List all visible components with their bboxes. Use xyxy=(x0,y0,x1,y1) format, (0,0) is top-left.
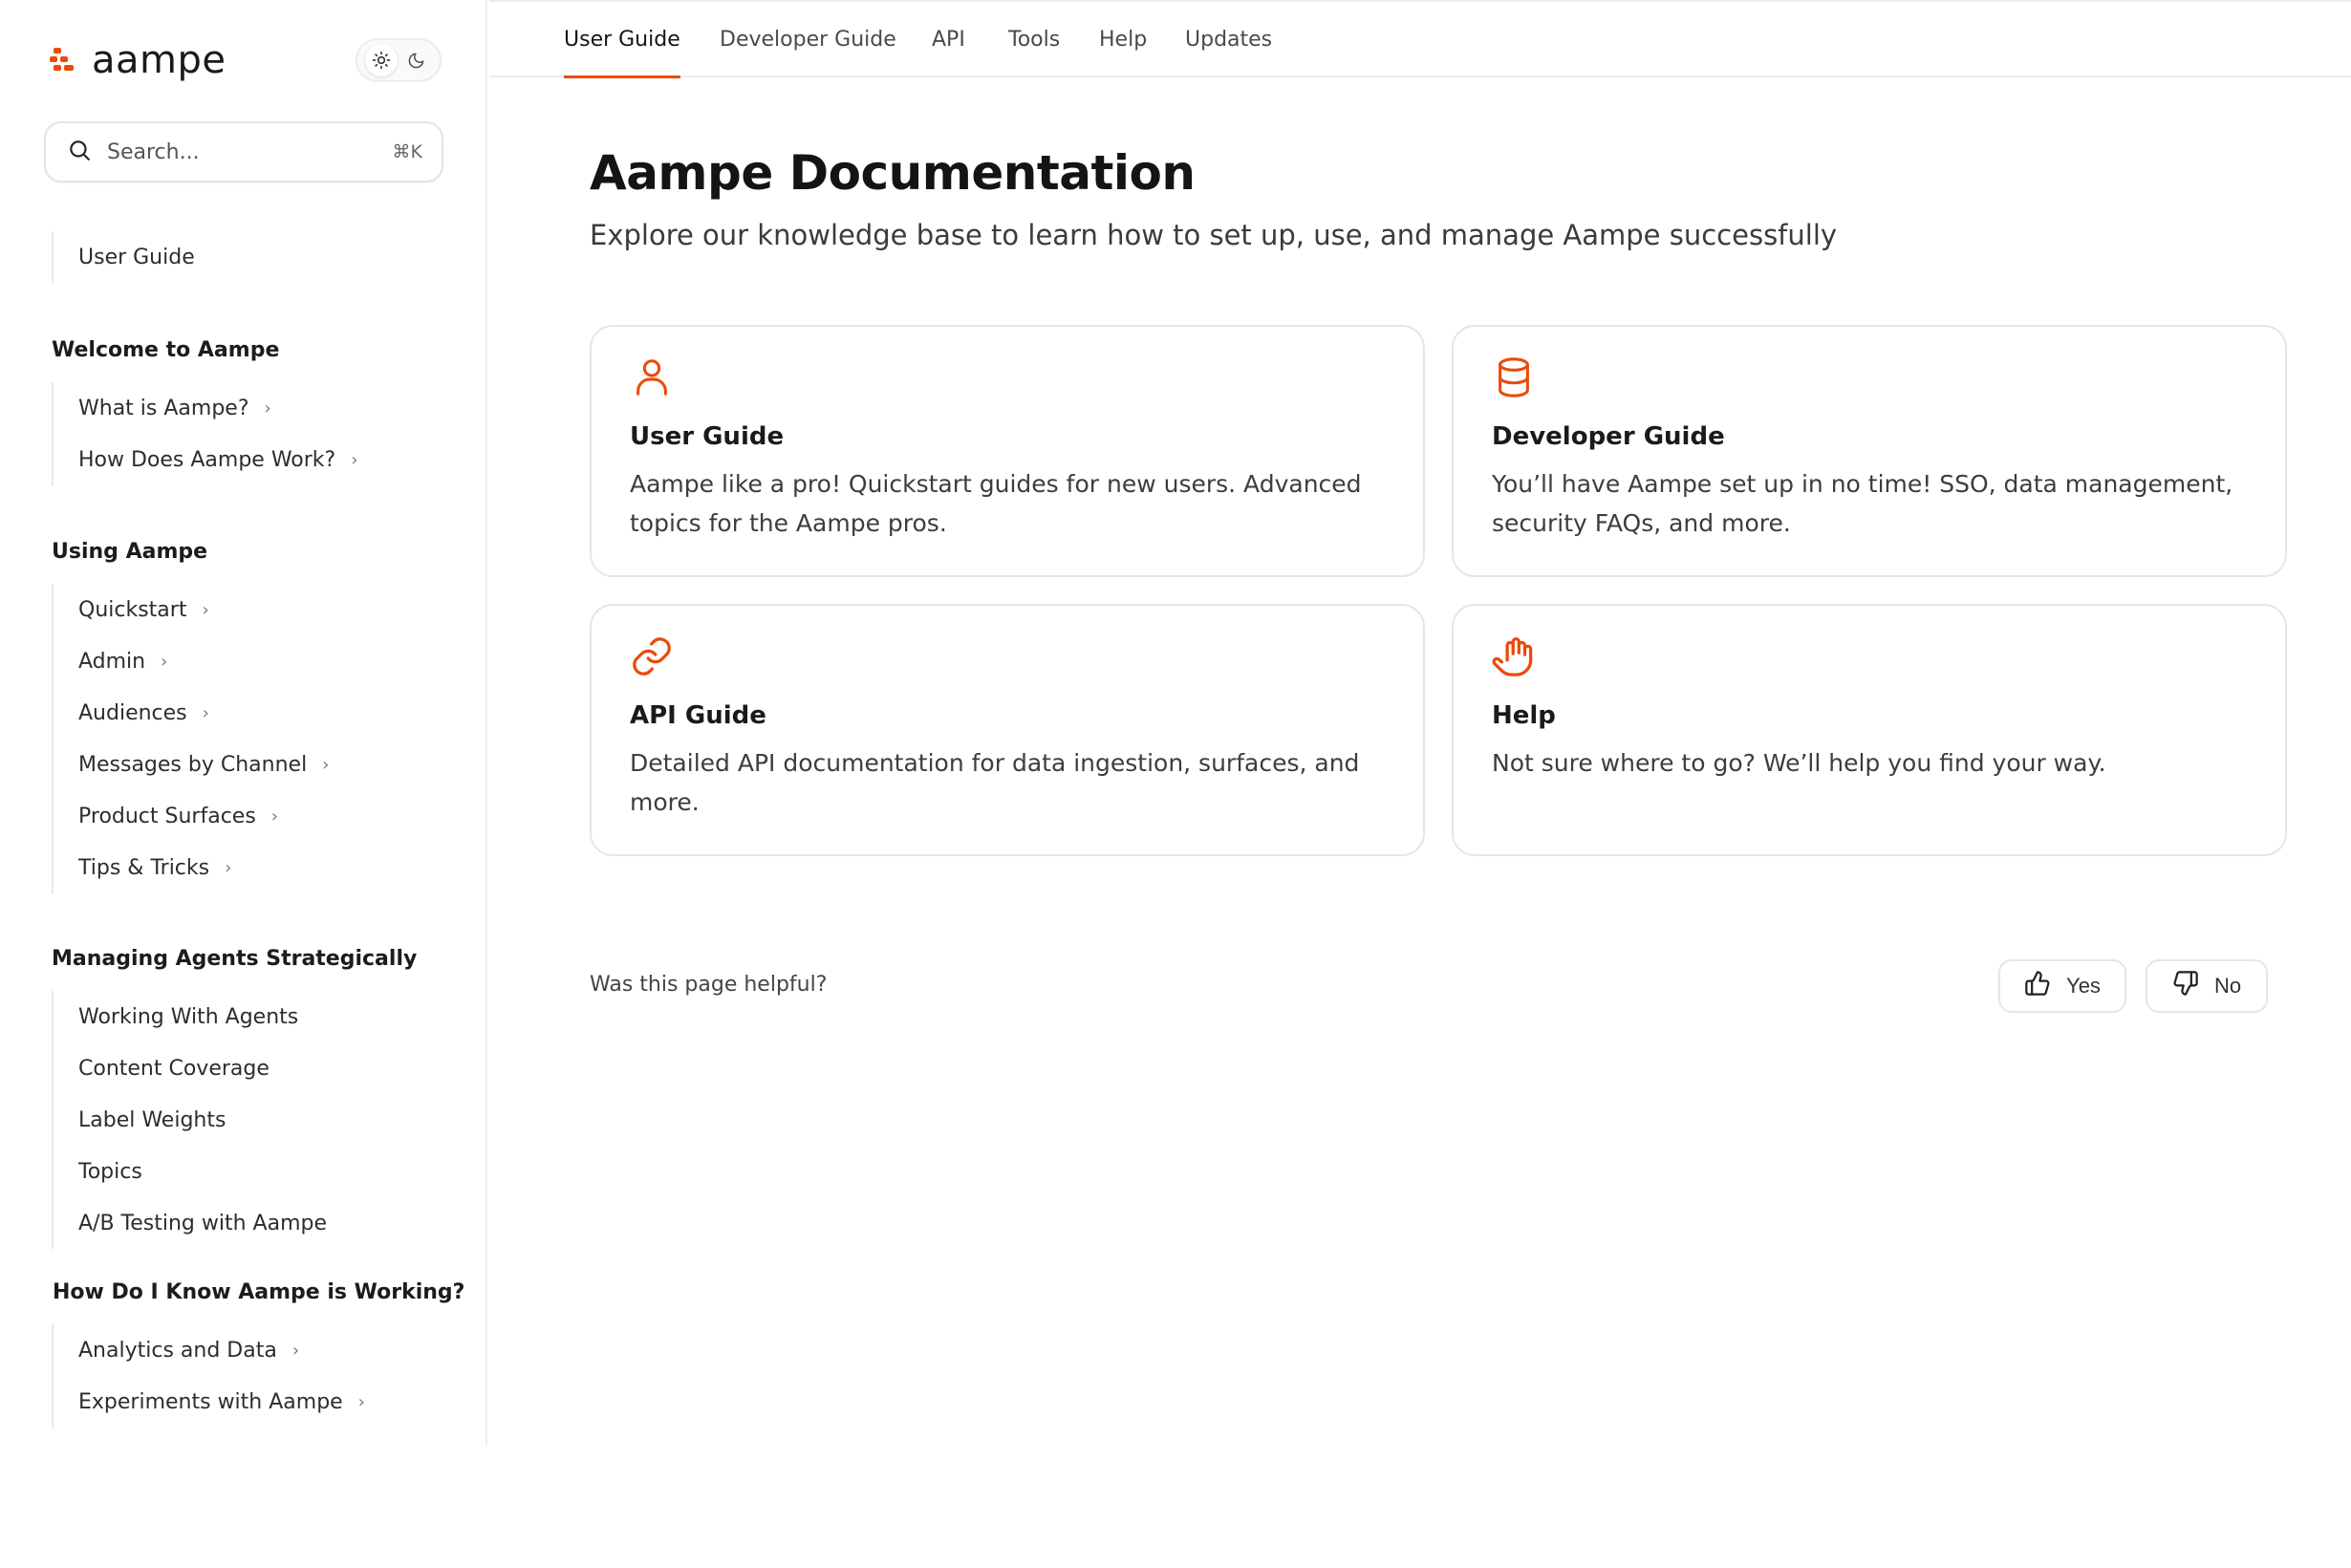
sidebar-item-label: Analytics and Data xyxy=(78,1338,277,1363)
page-subtitle: Explore our knowledge base to learn how … xyxy=(590,219,1838,251)
sidebar-item-topics[interactable]: Topics xyxy=(54,1146,327,1197)
chevron-right-icon: › xyxy=(291,1340,300,1361)
sidebar-item-ab-testing[interactable]: A/B Testing with Aampe xyxy=(54,1197,327,1249)
tab-tools[interactable]: Tools xyxy=(1008,2,1060,77)
card-title: Developer Guide xyxy=(1492,422,1725,451)
feedback-no-label: No xyxy=(2213,974,2242,998)
card-developer-guide[interactable]: Developer Guide You’ll have Aampe set up… xyxy=(1452,325,2287,577)
feedback-question: Was this page helpful? xyxy=(590,973,828,997)
sidebar-item-user-guide[interactable]: User Guide xyxy=(54,231,195,283)
sidebar-item-label: Admin xyxy=(78,649,146,674)
sidebar-item-label: A/B Testing with Aampe xyxy=(78,1211,328,1235)
sidebar-item-what-is-aampe[interactable]: What is Aampe? › xyxy=(54,382,357,434)
card-user-guide[interactable]: User Guide Aampe like a pro! Quickstart … xyxy=(590,325,1425,577)
feedback-yes-button[interactable]: Yes xyxy=(1998,959,2126,1013)
nav-group-using-aampe: Quickstart › Admin › Audiences › Message… xyxy=(52,584,329,893)
card-description: Detailed API documentation for data inge… xyxy=(630,749,1360,816)
sidebar-item-label: Label Weights xyxy=(78,1107,226,1132)
tab-api[interactable]: API xyxy=(932,2,965,77)
sidebar-section-title: Welcome to Aampe xyxy=(52,338,280,362)
sidebar-item-label: Product Surfaces xyxy=(78,804,256,828)
card-api-guide[interactable]: API Guide Detailed API documentation for… xyxy=(590,604,1425,856)
sidebar-item-label: Quickstart xyxy=(78,597,187,622)
card-help[interactable]: Help Not sure where to go? We’ll help yo… xyxy=(1452,604,2287,856)
sidebar-section-title: How Do I Know Aampe is Working? xyxy=(53,1280,465,1304)
user-icon xyxy=(630,355,674,399)
sidebar-item-label: Audiences xyxy=(78,700,187,725)
sidebar-item-working-with-agents[interactable]: Working With Agents xyxy=(54,991,327,1042)
sidebar-item-label: How Does Aampe Work? xyxy=(78,447,336,472)
thumbs-up-icon xyxy=(2024,970,2066,1002)
sidebar-item-label: Tips & Tricks xyxy=(78,855,210,880)
sidebar-item-experiments-with-aampe[interactable]: Experiments with Aampe › xyxy=(54,1376,365,1428)
sun-icon[interactable] xyxy=(364,44,398,76)
sidebar-item-label: Experiments with Aampe xyxy=(78,1389,343,1414)
thumbs-down-icon xyxy=(2172,970,2214,1002)
nav-group-welcome: What is Aampe? › How Does Aampe Work? › xyxy=(52,382,357,485)
sidebar-item-label: User Guide xyxy=(78,245,195,269)
feedback-no-button[interactable]: No xyxy=(2146,959,2268,1013)
sidebar-item-how-does-aampe-work[interactable]: How Does Aampe Work? › xyxy=(54,434,357,485)
card-title: API Guide xyxy=(630,701,766,730)
card-description: Aampe like a pro! Quickstart guides for … xyxy=(630,470,1362,537)
tab-help[interactable]: Help xyxy=(1099,2,1147,77)
sidebar-item-label: What is Aampe? xyxy=(78,396,249,420)
link-icon xyxy=(630,634,674,678)
chevron-right-icon: › xyxy=(161,651,168,672)
sidebar-item-audiences[interactable]: Audiences › xyxy=(54,687,329,739)
brand-name: aampe xyxy=(92,38,226,82)
sidebar: aampe Search... ⌘K User Guide Welcome to… xyxy=(0,0,487,1445)
search-shortcut: ⌘K xyxy=(392,141,422,162)
sidebar-item-label: Content Coverage xyxy=(78,1056,270,1081)
sidebar-item-label: Topics xyxy=(78,1159,142,1184)
sidebar-item-label: Working With Agents xyxy=(78,1004,299,1029)
sidebar-item-analytics-and-data[interactable]: Analytics and Data › xyxy=(54,1324,365,1376)
chevron-right-icon: › xyxy=(357,1391,365,1412)
chevron-right-icon: › xyxy=(351,449,358,470)
tab-updates[interactable]: Updates xyxy=(1185,2,1272,77)
chevron-right-icon: › xyxy=(270,805,278,827)
top-nav: User Guide Developer Guide API Tools Hel… xyxy=(489,0,2351,78)
sidebar-section-title: Using Aampe xyxy=(52,540,208,564)
chevron-right-icon: › xyxy=(264,397,271,419)
sidebar-item-label: Messages by Channel xyxy=(78,752,308,777)
sidebar-item-tips-and-tricks[interactable]: Tips & Tricks › xyxy=(54,842,329,893)
chevron-right-icon: › xyxy=(322,754,330,775)
sidebar-item-content-coverage[interactable]: Content Coverage xyxy=(54,1042,327,1094)
card-description: Not sure where to go? We’ll help you fin… xyxy=(1492,749,2106,777)
card-description: You’ll have Aampe set up in no time! SSO… xyxy=(1492,470,2233,537)
tab-developer-guide[interactable]: Developer Guide xyxy=(720,2,896,77)
search-icon xyxy=(67,138,92,166)
page-title: Aampe Documentation xyxy=(590,145,1196,201)
search-input[interactable]: Search... ⌘K xyxy=(44,121,443,183)
nav-group-how-do-i-know: Analytics and Data › Experiments with Aa… xyxy=(52,1324,365,1428)
aampe-logo-icon xyxy=(50,48,75,73)
hand-icon xyxy=(1492,634,1536,678)
nav-group-managing-agents: Working With Agents Content Coverage Lab… xyxy=(52,991,327,1249)
sidebar-item-product-surfaces[interactable]: Product Surfaces › xyxy=(54,790,329,842)
sidebar-item-label-weights[interactable]: Label Weights xyxy=(54,1094,327,1146)
chevron-right-icon: › xyxy=(225,857,232,878)
sidebar-section-title: Managing Agents Strategically xyxy=(52,947,418,971)
card-title: Help xyxy=(1492,701,1556,730)
chevron-right-icon: › xyxy=(202,702,209,723)
search-placeholder: Search... xyxy=(107,140,200,164)
card-title: User Guide xyxy=(630,422,785,451)
chevron-right-icon: › xyxy=(202,599,209,620)
nav-group-top: User Guide xyxy=(52,231,195,283)
sidebar-item-messages-by-channel[interactable]: Messages by Channel › xyxy=(54,739,329,790)
theme-toggle[interactable] xyxy=(356,38,442,82)
moon-icon[interactable] xyxy=(400,44,433,76)
sidebar-item-admin[interactable]: Admin › xyxy=(54,635,329,687)
sidebar-item-quickstart[interactable]: Quickstart › xyxy=(54,584,329,635)
database-icon xyxy=(1492,355,1536,399)
tab-user-guide[interactable]: User Guide xyxy=(564,2,680,78)
brand-logo[interactable]: aampe xyxy=(50,36,226,84)
feedback-yes-label: Yes xyxy=(2066,974,2101,998)
